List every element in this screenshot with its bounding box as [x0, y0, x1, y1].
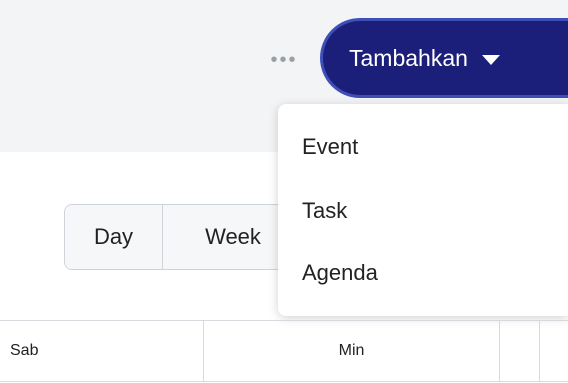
calendar-header-row: Sab Min	[0, 320, 568, 382]
add-button-label: Tambahkan	[349, 44, 468, 71]
menu-item-event[interactable]: Event	[302, 134, 358, 160]
more-options-icon[interactable]: •••	[262, 48, 306, 72]
more-dots-glyph: •••	[270, 48, 298, 71]
view-switcher: Day Week	[64, 204, 304, 270]
day-view-button[interactable]: Day	[65, 205, 163, 269]
menu-item-agenda[interactable]: Agenda	[302, 260, 378, 286]
add-dropdown-menu: Event Task Agenda	[278, 104, 568, 316]
day-header-sab: Sab	[0, 321, 204, 381]
caret-down-icon	[481, 55, 500, 65]
day-header-min: Min	[204, 321, 500, 381]
day-header-extra	[500, 321, 540, 381]
add-button[interactable]: Tambahkan	[320, 18, 568, 98]
menu-item-task[interactable]: Task	[302, 198, 347, 224]
